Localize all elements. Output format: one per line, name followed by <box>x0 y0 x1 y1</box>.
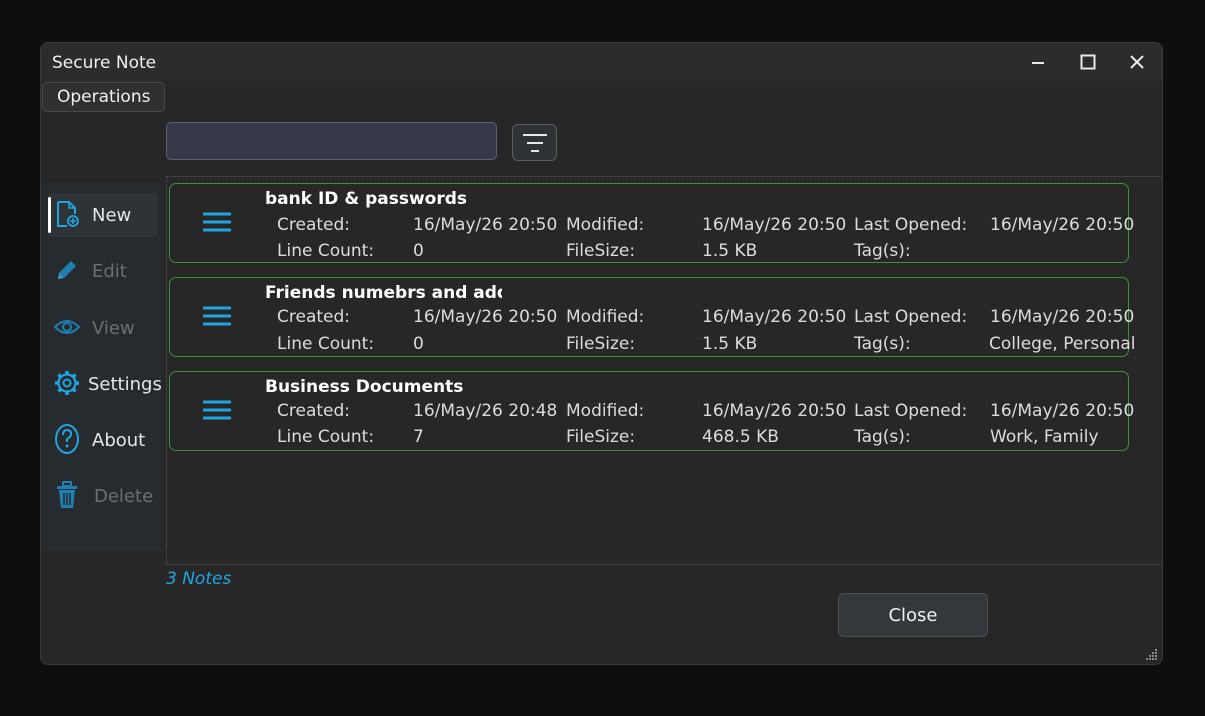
notes-count: 3 Notes <box>166 569 232 589</box>
trash-icon <box>52 480 82 510</box>
tags-value: College, Personal <box>989 334 1136 354</box>
sidebar-item-delete[interactable]: Delete <box>48 474 158 518</box>
note-card[interactable]: Friends numebrs and address Created: 16/… <box>169 277 1136 357</box>
minimize-button[interactable] <box>1016 47 1060 77</box>
file-size-label: FileSize: <box>566 241 636 261</box>
modified-value: 16/May/26 20:50 <box>702 307 847 327</box>
menu-icon[interactable] <box>202 306 232 326</box>
file-size-value: 468.5 KB <box>702 427 779 447</box>
created-label: Created: <box>277 307 351 327</box>
close-window-button[interactable] <box>1115 47 1159 77</box>
file-size-value: 1.5 KB <box>702 241 758 261</box>
tags-label: Tag(s): <box>854 334 911 354</box>
sidebar-item-view[interactable]: View <box>48 306 158 350</box>
file-size-value: 1.5 KB <box>702 334 758 354</box>
sidebar-item-label: Edit <box>92 260 127 282</box>
minimize-icon <box>1032 62 1044 64</box>
window-title: Secure Note <box>52 53 157 73</box>
line-count-value: 7 <box>413 427 424 447</box>
sidebar-item-settings[interactable]: Settings <box>48 362 162 406</box>
created-value: 16/May/26 20:50 <box>413 215 558 235</box>
sidebar-item-label: New <box>92 204 132 226</box>
menu-icon[interactable] <box>202 212 232 232</box>
sidebar-item-about[interactable]: About <box>48 418 158 462</box>
last-opened-label: Last Opened: <box>854 307 968 327</box>
close-icon <box>1130 55 1144 69</box>
maximize-button[interactable] <box>1066 47 1110 77</box>
modified-label: Modified: <box>566 401 645 421</box>
last-opened-value: 16/May/26 20:50 <box>990 215 1135 235</box>
note-title: Friends numebrs and address <box>265 283 502 303</box>
last-opened-value: 16/May/26 20:50 <box>990 307 1135 327</box>
filter-icon <box>522 133 547 152</box>
line-count-label: Line Count: <box>277 241 375 261</box>
active-indicator <box>48 197 51 233</box>
new-note-icon <box>52 199 82 229</box>
tags-label: Tag(s): <box>854 427 911 447</box>
menu-icon[interactable] <box>202 400 232 420</box>
operations-menu[interactable]: Operations <box>42 82 166 112</box>
last-opened-label: Last Opened: <box>854 215 968 235</box>
note-card[interactable]: Business Documents Created: 16/May/26 20… <box>169 371 1134 451</box>
help-icon <box>52 424 82 454</box>
sidebar-item-label: About <box>92 429 146 451</box>
filter-button[interactable] <box>512 124 557 161</box>
created-label: Created: <box>277 401 351 421</box>
line-count-value: 0 <box>413 241 424 261</box>
line-count-value: 0 <box>413 334 424 354</box>
search-input[interactable] <box>166 122 497 160</box>
file-size-label: FileSize: <box>566 427 636 447</box>
modified-value: 16/May/26 20:50 <box>702 215 847 235</box>
close-button[interactable]: Close <box>838 593 988 637</box>
sidebar-item-label: View <box>92 317 135 339</box>
tags-label: Tag(s): <box>854 241 911 261</box>
maximize-icon <box>1080 54 1096 70</box>
last-opened-value: 16/May/26 20:50 <box>990 401 1135 421</box>
app-window: Secure Note Operations New Edit View Set… <box>40 42 1163 665</box>
sidebar-item-label: Delete <box>94 485 154 507</box>
modified-value: 16/May/26 20:50 <box>702 401 847 421</box>
file-size-label: FileSize: <box>566 334 636 354</box>
tags-value: Work, Family <box>990 427 1099 447</box>
note-title: bank ID & passwords <box>265 189 467 209</box>
modified-label: Modified: <box>566 307 645 327</box>
sidebar-item-edit[interactable]: Edit <box>48 249 158 293</box>
created-value: 16/May/26 20:50 <box>413 307 558 327</box>
note-card[interactable]: bank ID & passwords Created: 16/May/26 2… <box>169 183 1134 263</box>
resize-grip-icon[interactable] <box>1146 648 1158 660</box>
title-bar[interactable]: Secure Note <box>41 43 1162 81</box>
last-opened-label: Last Opened: <box>854 401 968 421</box>
sidebar: New Edit View Settings About Delete <box>42 183 162 551</box>
modified-label: Modified: <box>566 215 645 235</box>
created-value: 16/May/26 20:48 <box>413 401 558 421</box>
created-label: Created: <box>277 215 351 235</box>
gear-icon <box>52 368 82 398</box>
line-count-label: Line Count: <box>277 427 375 447</box>
notes-list[interactable]: bank ID & passwords Created: 16/May/26 2… <box>166 176 1162 565</box>
menu-bar: Operations <box>41 81 1162 113</box>
sidebar-item-label: Settings <box>88 373 162 395</box>
line-count-label: Line Count: <box>277 334 375 354</box>
pencil-icon <box>52 255 82 285</box>
note-title: Business Documents <box>265 377 464 397</box>
sidebar-item-new[interactable]: New <box>48 193 158 237</box>
eye-icon <box>52 312 82 342</box>
